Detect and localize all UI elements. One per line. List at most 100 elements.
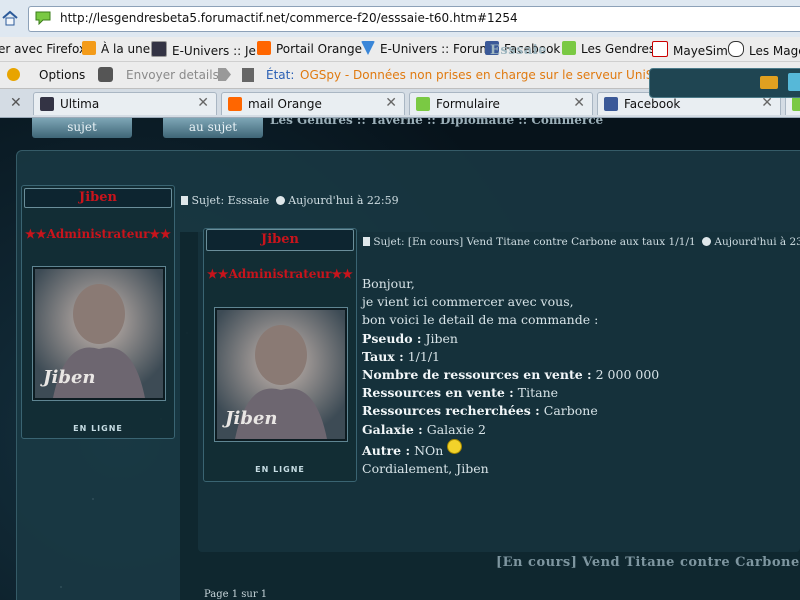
tab-label: Facebook [624, 97, 681, 111]
bookmark-label: MayeSim [673, 44, 728, 58]
bookmarks-bar: er avec Firefox À la une E-Univers :: Je… [0, 37, 800, 62]
status-label: État: [266, 68, 295, 82]
taux-line: Taux : 1/1/1 [362, 348, 659, 366]
author-name[interactable]: Jiben [24, 188, 172, 208]
bookmark-label: er avec Firefox [0, 42, 87, 56]
clock-icon [275, 196, 285, 205]
url-text[interactable]: http://lesgendresbeta5.forumactif.net/co… [60, 11, 518, 25]
speech-bubble-icon [416, 97, 430, 111]
field-value: Carbone [543, 403, 598, 419]
bookmark-e-univers-forum[interactable]: E-Univers :: Forum [361, 41, 491, 57]
post-subject: Sujet: [En cours] Vend Titane contre Car… [363, 236, 800, 248]
post-subject-label: Sujet: [En cours] Vend Titane contre Car… [373, 236, 696, 248]
home-icon[interactable] [2, 10, 18, 26]
close-icon[interactable]: ✕ [10, 95, 22, 111]
post-line: Cordialement, Jiben [362, 461, 489, 477]
reply-button[interactable]: au sujet [163, 118, 263, 138]
tab-formulaire[interactable]: Formulaire ✕ [409, 92, 593, 115]
bookmark-les-gendres[interactable]: Les Gendres [562, 41, 655, 57]
e-univers-icon [151, 41, 167, 57]
bookmark-les-mage[interactable]: Les Mage [728, 41, 800, 58]
post-line: Bonjour, [362, 276, 415, 291]
author-name[interactable]: Jiben [206, 229, 354, 251]
quantity-line: Nombre de ressources en vente : 2 000 00… [362, 366, 659, 384]
speech-bubble-outline-icon [728, 41, 744, 57]
tab-label: mail Orange [248, 97, 322, 111]
bookmark-label: E-Univers :: Forum [380, 42, 492, 56]
facebook-icon [604, 97, 618, 111]
post-body: Bonjour, je vient ici commercer avec vou… [362, 275, 659, 478]
orange-icon [228, 97, 242, 111]
field-value: NOn [414, 442, 444, 458]
tab-ultima[interactable]: Ultima ✕ [33, 92, 217, 115]
field-label: Taux : [362, 348, 404, 364]
speech-bubble-icon [562, 41, 576, 55]
url-input[interactable]: http://lesgendresbeta5.forumactif.net/co… [28, 6, 800, 32]
post-action-bar [649, 68, 800, 98]
rss-icon [82, 41, 96, 55]
document-icon [181, 196, 188, 205]
post-time: Aujourd'hui à 23:33 [714, 236, 800, 248]
send-icon [98, 67, 113, 82]
wanted-line: Ressources recherchées : Carbone [362, 402, 659, 420]
forward-icon[interactable] [218, 68, 231, 81]
post-line: bon voici le detail de ma commande : [362, 312, 599, 328]
field-label: Galaxie : [362, 421, 423, 437]
e-univers-icon [40, 97, 54, 111]
bookmark-label: Les Mage [749, 44, 800, 58]
online-status: EN LIGNE [255, 465, 305, 474]
free-icon [652, 41, 668, 57]
send-details-button[interactable]: Envoyer details [126, 68, 219, 82]
online-status: EN LIGNE [73, 424, 123, 433]
avatar-caption: Jiben [43, 367, 96, 388]
other-line: Autre : NOn [362, 438, 659, 460]
document-icon[interactable] [242, 68, 254, 82]
bookmark-mayesim[interactable]: MayeSim [652, 41, 728, 58]
close-icon[interactable]: ✕ [197, 95, 209, 111]
close-icon[interactable]: ✕ [573, 95, 585, 111]
field-value: 1/1/1 [407, 348, 440, 364]
profile-icon[interactable] [788, 73, 800, 91]
speech-bubble-icon [35, 11, 51, 25]
clock-icon [702, 237, 712, 246]
selling-line: Ressources en vente : Titane [362, 384, 659, 402]
field-value: 2 000 000 [595, 367, 660, 383]
post-subject-label: Sujet: Esssaie [191, 194, 270, 207]
field-label: Ressources en vente : [362, 385, 514, 401]
avatar: Jiben [214, 307, 348, 442]
field-label: Nombre de ressources en vente : [362, 367, 592, 383]
orange-icon [257, 41, 271, 55]
field-label: Ressources recherchées : [362, 403, 540, 419]
close-icon[interactable]: ✕ [385, 95, 397, 111]
pagination: Page 1 sur 1 [204, 589, 268, 600]
user-card: Jiben ★★Administrateur★★ Jiben EN LIGNE [21, 185, 175, 439]
avatar: Jiben [32, 266, 166, 401]
wink-smiley-icon [447, 438, 463, 454]
user-card: Jiben ★★Administrateur★★ Jiben EN LIGNE [203, 228, 357, 482]
bookmark-label: À la une [101, 42, 151, 56]
post-line: je vient ici commercer avec vous, [362, 294, 574, 310]
bookmark-label: Portail Orange [276, 42, 362, 56]
footer-topic-title: [En cours] Vend Titane contre Carbone a [496, 555, 800, 570]
options-button[interactable]: Options [39, 68, 85, 82]
gear-icon[interactable] [7, 68, 20, 81]
galaxy-line: Galaxie : Galaxie 2 [362, 421, 659, 439]
user-rank: ★★Administrateur★★ [25, 227, 171, 241]
tab-mail-orange[interactable]: mail Orange ✕ [221, 92, 405, 115]
user-rank: ★★Administrateur★★ [207, 267, 353, 281]
new-topic-button[interactable]: sujet [32, 118, 132, 138]
pm-icon[interactable] [760, 76, 778, 89]
bookmark-portail-orange[interactable]: Portail Orange [257, 41, 362, 57]
post-subject: Sujet: Esssaie Aujourd'hui à 22:59 [181, 194, 399, 207]
bookmark-label: E-Univers :: Jeu [172, 44, 264, 58]
field-value: Jiben [425, 330, 458, 346]
breadcrumb[interactable]: Les Gendres :: Taverne :: Diplomatie :: … [270, 118, 603, 127]
bookmark-label: Les Gendres [581, 42, 656, 56]
arrow-down-icon [361, 41, 375, 55]
bookmark-a-la-une[interactable]: À la une [82, 41, 150, 57]
tab-label: Formulaire [436, 97, 500, 111]
bookmark-firefox[interactable]: er avec Firefox [0, 41, 86, 57]
document-icon [363, 237, 370, 246]
address-bar: http://lesgendresbeta5.forumactif.net/co… [0, 0, 800, 38]
bookmark-e-univers-jeu[interactable]: E-Univers :: Jeu [151, 41, 264, 58]
